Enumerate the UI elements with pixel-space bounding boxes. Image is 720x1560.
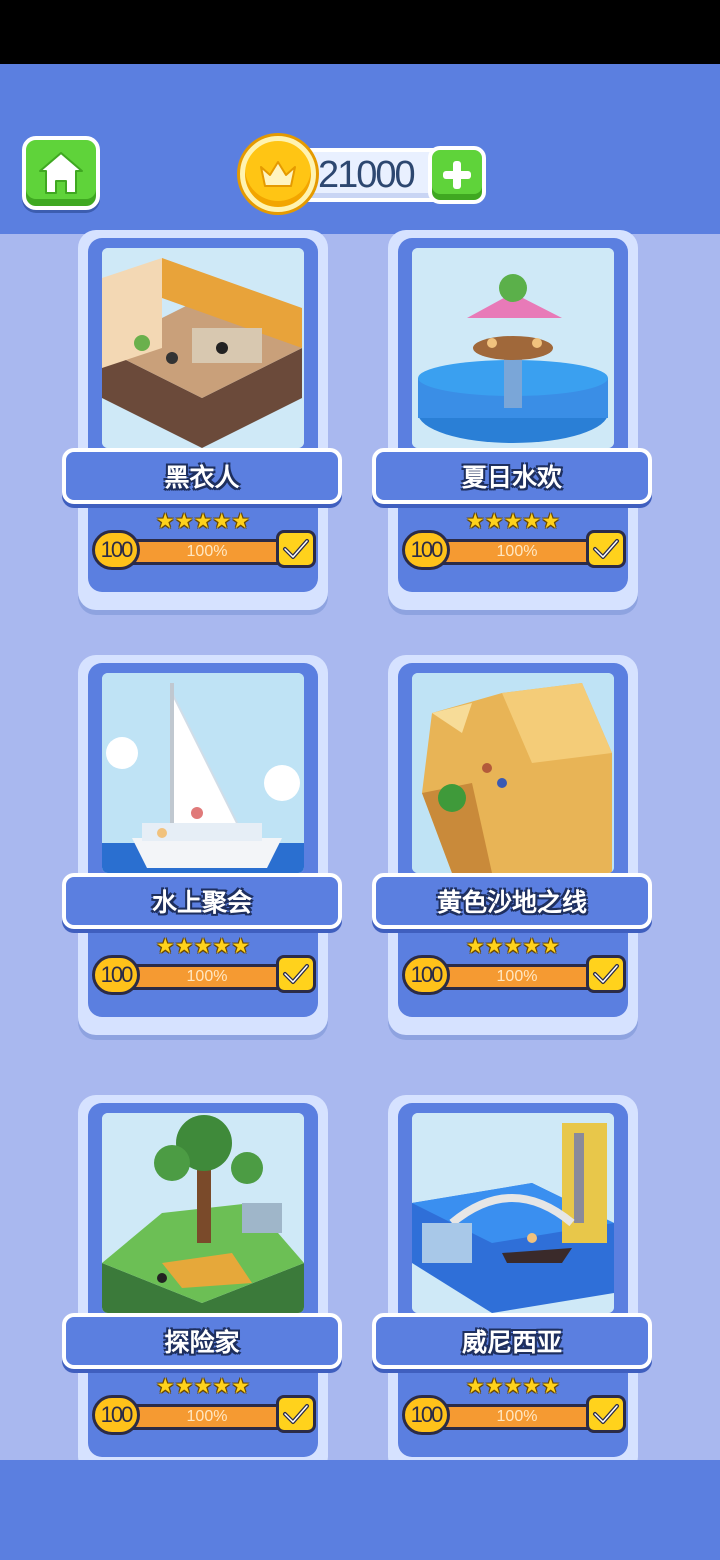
progress-bar: 100% (422, 539, 612, 565)
piece-count-badge: 100 (92, 955, 140, 995)
card-title-banner: 夏日水欢 (372, 448, 652, 504)
crown-coin-icon (240, 136, 316, 212)
progress-text: 100% (186, 1408, 228, 1425)
level-title: 黄色沙地之线 (436, 888, 587, 917)
check-icon (586, 955, 626, 993)
level-title: 水上聚会 (151, 888, 252, 917)
level-thumbnail (102, 673, 304, 873)
level-title: 夏日水欢 (461, 463, 562, 492)
level-thumbnail (412, 1113, 614, 1313)
add-coins-button[interactable] (428, 146, 486, 204)
level-title: 黑衣人 (164, 463, 240, 492)
piece-count-badge: 100 (402, 955, 450, 995)
level-thumbnail (412, 248, 614, 448)
level-card-2[interactable]: 夏日水欢 ★★★★★ 100% 100 (372, 230, 652, 610)
check-icon (586, 1395, 626, 1433)
level-title: 探险家 (164, 1328, 240, 1357)
level-thumbnail (412, 673, 614, 873)
progress-bar: 100% (112, 539, 302, 565)
level-card-4[interactable]: 黄色沙地之线 ★★★★★ 100% 100 (372, 655, 652, 1035)
progress-text: 100% (496, 543, 538, 560)
card-title-banner: 水上聚会 (62, 873, 342, 929)
progress-bar: 100% (422, 964, 612, 990)
level-card-6[interactable]: 威尼西亚 ★★★★★ 100% 100 (372, 1095, 652, 1475)
progress-text: 100% (186, 968, 228, 985)
progress-bar: 100% (422, 1404, 612, 1430)
level-thumbnail (102, 248, 304, 448)
home-button[interactable] (22, 136, 100, 210)
piece-count-badge: 100 (402, 1395, 450, 1435)
card-title-banner: 黑衣人 (62, 448, 342, 504)
check-icon (276, 530, 316, 568)
plus-icon (443, 161, 471, 189)
bottom-bar (0, 1460, 720, 1560)
progress-text: 100% (496, 1408, 538, 1425)
level-card-1[interactable]: 黑衣人 ★★★★★ 100% 100 (62, 230, 342, 610)
level-thumbnail (102, 1113, 304, 1313)
level-card-3[interactable]: 水上聚会 ★★★★★ 100% 100 (62, 655, 342, 1035)
check-icon (276, 1395, 316, 1433)
card-title-banner: 威尼西亚 (372, 1313, 652, 1369)
card-title-banner: 黄色沙地之线 (372, 873, 652, 929)
piece-count-badge: 100 (92, 1395, 140, 1435)
coin-amount: 21000 (318, 154, 416, 196)
piece-count-badge: 100 (92, 530, 140, 570)
progress-bar: 100% (112, 964, 302, 990)
card-title-banner: 探险家 (62, 1313, 342, 1369)
level-card-5[interactable]: 探险家 ★★★★★ 100% 100 (62, 1095, 342, 1475)
progress-text: 100% (496, 968, 538, 985)
progress-text: 100% (186, 543, 228, 560)
home-icon (39, 152, 83, 194)
level-title: 威尼西亚 (461, 1328, 562, 1357)
progress-bar: 100% (112, 1404, 302, 1430)
piece-count-badge: 100 (402, 530, 450, 570)
check-icon (586, 530, 626, 568)
status-bar (0, 0, 720, 64)
check-icon (276, 955, 316, 993)
